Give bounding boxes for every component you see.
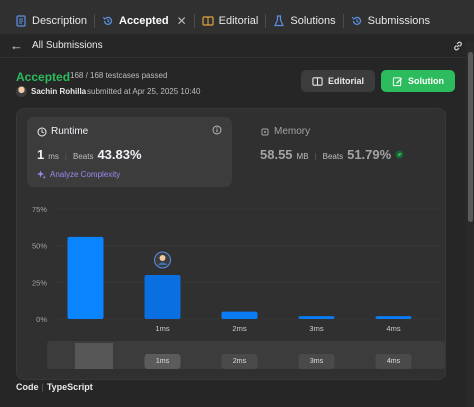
tab-label: Editorial bbox=[218, 14, 259, 27]
description-icon bbox=[16, 14, 26, 27]
submission-status: Accepted bbox=[16, 70, 71, 84]
y-tick-label: 50% bbox=[32, 242, 47, 251]
close-icon[interactable]: ✕ bbox=[177, 14, 187, 28]
overview-label: 3ms bbox=[310, 358, 324, 365]
author-name[interactable]: Sachin Rohilla bbox=[31, 87, 86, 96]
runtime-distribution-svg: 0% 25% 50% 75% 1ms 2ms 3ms 4ms 1ms 2ms 3ms 4ms bbox=[32, 205, 445, 369]
sparkle-icon bbox=[37, 170, 46, 179]
x-tick-label: 2ms bbox=[232, 324, 246, 333]
runtime-value: 1 bbox=[37, 147, 45, 162]
runtime-title: Runtime bbox=[51, 126, 89, 137]
runtime-panel[interactable]: Runtime 1 ms | Beats 43.83% Analyze Comp… bbox=[27, 117, 232, 187]
memory-title: Memory bbox=[274, 126, 311, 137]
x-tick-label: 3ms bbox=[309, 324, 323, 333]
tab-label: Description bbox=[32, 14, 88, 27]
leaf-icon bbox=[395, 150, 404, 159]
edit-icon bbox=[392, 76, 403, 86]
y-tick-label: 75% bbox=[32, 205, 47, 214]
memory-beats-percent: 51.79% bbox=[347, 147, 392, 162]
testcases-passed: 168 / 168 testcases passed bbox=[70, 71, 168, 80]
tab-label: Accepted bbox=[119, 14, 169, 27]
bar bbox=[221, 311, 258, 319]
code-language-row: Code | TypeScript bbox=[16, 382, 93, 392]
bar bbox=[298, 316, 335, 319]
book-icon bbox=[312, 76, 323, 86]
all-submissions-link[interactable]: All Submissions bbox=[32, 40, 103, 51]
editorial-button-label: Editorial bbox=[327, 76, 364, 86]
runtime-values: 1 ms | Beats 43.83% bbox=[37, 147, 142, 162]
solution-button-label: Solution bbox=[408, 76, 444, 86]
runtime-beats-label: Beats bbox=[72, 152, 94, 161]
book-icon bbox=[202, 15, 214, 26]
runtime-distribution-chart[interactable]: 0% 25% 50% 75% 1ms 2ms 3ms 4ms 1ms 2ms 3ms 4ms bbox=[17, 193, 447, 381]
submission-detail-panel: Accepted 168 / 168 testcases passed Sach… bbox=[0, 58, 474, 407]
bar bbox=[375, 316, 412, 319]
code-language: TypeScript bbox=[46, 382, 93, 392]
link-icon[interactable] bbox=[452, 40, 464, 52]
metric-divider: | bbox=[64, 152, 67, 161]
avatar-face bbox=[159, 255, 166, 261]
tab-divider bbox=[265, 13, 267, 28]
x-tick-label: 1ms bbox=[155, 324, 169, 333]
y-tick-label: 25% bbox=[32, 278, 47, 287]
code-label: Code bbox=[16, 382, 39, 392]
analyze-complexity-link[interactable]: Analyze Complexity bbox=[37, 170, 120, 179]
code-divider: | bbox=[41, 382, 44, 392]
memory-panel[interactable]: Memory 58.55 MB | Beats 51.79% bbox=[250, 117, 440, 187]
flask-icon bbox=[274, 14, 285, 26]
chip-icon bbox=[261, 128, 269, 135]
tab-divider bbox=[342, 13, 344, 28]
clock-icon bbox=[37, 127, 47, 136]
overview-label: 2ms bbox=[233, 358, 247, 365]
history-icon bbox=[103, 16, 113, 25]
memory-value: 58.55 bbox=[260, 147, 293, 162]
x-tick-label: 4ms bbox=[386, 324, 400, 333]
bar bbox=[67, 236, 104, 319]
analyze-complexity-label: Analyze Complexity bbox=[50, 170, 121, 179]
editorial-button[interactable]: Editorial bbox=[301, 70, 375, 92]
overview-label: 1ms bbox=[156, 358, 170, 365]
y-tick-label: 0% bbox=[36, 315, 47, 324]
runtime-header: Runtime bbox=[37, 126, 88, 137]
back-arrow-icon[interactable]: ← bbox=[10, 38, 24, 53]
tab-label: Solutions bbox=[290, 14, 336, 27]
submission-subheader: ← All Submissions bbox=[0, 34, 474, 58]
runtime-unit: ms bbox=[48, 152, 59, 161]
memory-beats-label: Beats bbox=[322, 152, 344, 161]
tab-label: Submissions bbox=[367, 14, 430, 27]
submitted-time: submitted at Apr 25, 2025 10:40 bbox=[87, 87, 201, 96]
avatar[interactable] bbox=[16, 86, 27, 97]
history-icon bbox=[351, 16, 361, 25]
performance-card: Runtime 1 ms | Beats 43.83% Analyze Comp… bbox=[16, 108, 446, 380]
memory-header: Memory bbox=[260, 126, 310, 137]
overview-label: 4ms bbox=[387, 358, 401, 365]
bar bbox=[144, 275, 181, 319]
info-icon[interactable] bbox=[212, 125, 222, 135]
overview-bar-highlight bbox=[75, 343, 113, 369]
memory-unit: MB bbox=[296, 152, 309, 161]
metric-divider: | bbox=[314, 152, 317, 161]
solution-button[interactable]: Solution bbox=[381, 70, 455, 92]
tab-divider bbox=[94, 13, 96, 28]
tab-divider bbox=[193, 13, 195, 28]
memory-values: 58.55 MB | Beats 51.79% bbox=[260, 147, 404, 162]
runtime-beats-percent: 43.83% bbox=[97, 147, 142, 162]
scrollbar-thumb[interactable] bbox=[468, 52, 473, 222]
